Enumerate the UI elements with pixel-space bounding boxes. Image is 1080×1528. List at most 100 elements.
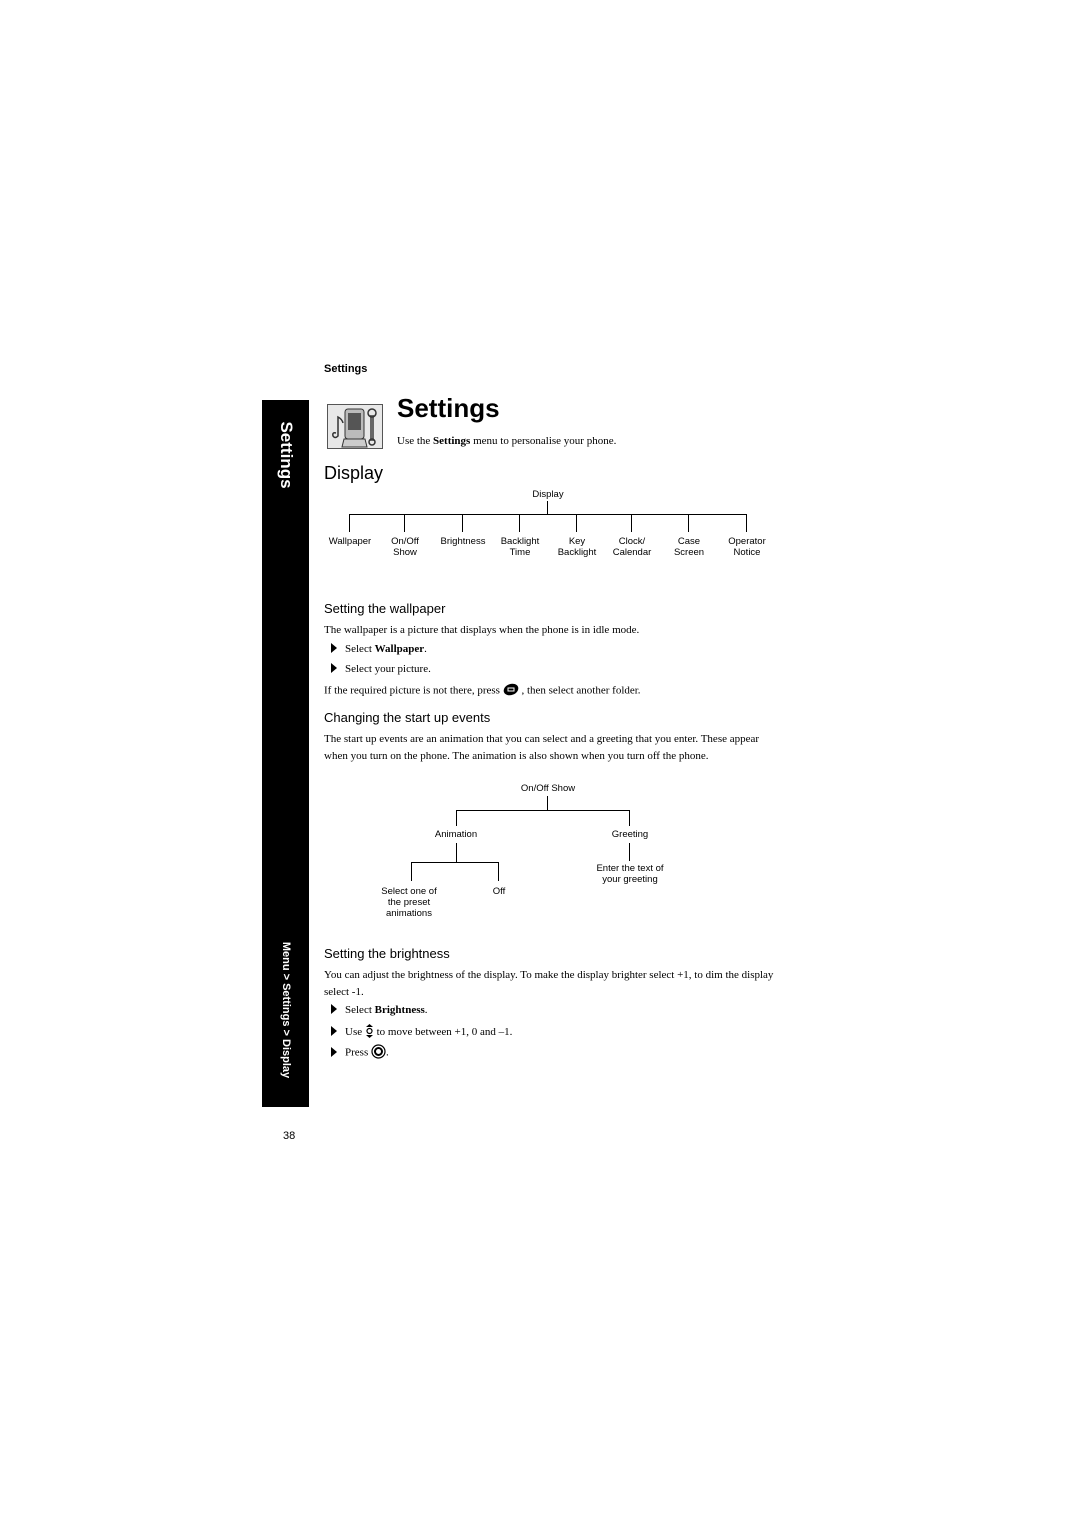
settings-phone-icon — [327, 404, 383, 449]
step-text: . — [385, 1046, 389, 1059]
connector — [498, 862, 499, 881]
wallpaper-title: Setting the wallpaper — [324, 601, 446, 616]
wallpaper-step-2: Select your picture. — [331, 663, 431, 675]
label-line: Backlight — [557, 547, 597, 558]
connector — [411, 862, 499, 863]
soft-key-icon — [503, 683, 519, 699]
greeting-label: Greeting — [611, 829, 649, 840]
label-line: On/Off — [391, 536, 419, 547]
label-line: Notice — [733, 547, 761, 558]
tree-child-label: Operator Notice — [728, 536, 766, 558]
bullet-arrow-icon — [331, 1004, 337, 1014]
tree-root-label: Display — [532, 489, 564, 500]
startup-title: Changing the start up events — [324, 710, 491, 725]
brightness-step-1: Select Brightness. — [331, 1004, 428, 1016]
off-label: Off — [492, 886, 506, 897]
select-animation-label: Select one of the preset animations — [381, 886, 436, 919]
wallpaper-step-1: Select Wallpaper. — [331, 643, 427, 655]
step-bold: Wallpaper — [374, 643, 425, 655]
intro-bold: Settings — [433, 435, 471, 447]
intro-post: menu to personalise your phone. — [470, 435, 617, 447]
label-line: Calendar — [612, 547, 652, 558]
label-line: Clock/ — [618, 536, 646, 547]
tree-child-label: Wallpaper — [329, 536, 371, 547]
step-text: to move between +1, 0 and –1. — [373, 1026, 513, 1039]
label-line: Wallpaper — [328, 536, 372, 547]
wallpaper-note: If the required picture is not there, pr… — [324, 683, 641, 699]
tree-branch-connector — [519, 514, 520, 532]
side-tab: Settings Menu > Settings > Display — [262, 400, 309, 1107]
label-line: your greeting — [602, 874, 658, 885]
connector — [456, 810, 457, 826]
intro-pre: Use the — [397, 435, 434, 447]
startup-para: The start up events are an animation tha… — [324, 733, 760, 762]
tree-horizontal-line — [349, 514, 746, 515]
label-line: Select one of — [381, 886, 437, 897]
bullet-arrow-icon — [331, 643, 337, 653]
label-line: Show — [393, 547, 417, 558]
wallpaper-para: The wallpaper is a picture that displays… — [324, 624, 640, 636]
side-tab-path: Menu > Settings > Display — [262, 920, 309, 1100]
label-line: Case — [677, 536, 701, 547]
tree-branch-connector — [631, 514, 632, 532]
step-text: Select your picture. — [345, 663, 431, 675]
step-text: Select — [345, 1004, 375, 1016]
label-line: the preset — [387, 897, 431, 908]
tree-branch-connector — [576, 514, 577, 532]
animation-label: Animation — [434, 829, 478, 840]
connector — [411, 862, 412, 881]
tree-child-label: On/Off Show — [391, 536, 419, 558]
navigation-key-icon — [365, 1024, 374, 1041]
section-title: Display — [324, 463, 384, 483]
step-text: . — [424, 1004, 428, 1016]
brightness-title: Setting the brightness — [324, 946, 450, 961]
step-text: Press — [345, 1046, 371, 1059]
greeting-text-label: Enter the text of your greeting — [596, 863, 663, 885]
tree-branch-connector — [404, 514, 405, 532]
brightness-step-3: Press . — [331, 1044, 389, 1062]
label-line: Brightness — [440, 536, 486, 547]
ok-key-icon — [371, 1044, 386, 1062]
step-text: Use — [345, 1026, 365, 1039]
side-tab-title: Settings — [262, 400, 309, 510]
brightness-step-2: Use to move between +1, 0 and –1. — [331, 1024, 512, 1041]
tree-branch-connector — [746, 514, 747, 532]
label-line: Backlight — [500, 536, 540, 547]
startup-root-label: On/Off Show — [520, 783, 576, 794]
side-tab-title-text: Settings — [276, 421, 296, 489]
tree-branch-connector — [462, 514, 463, 532]
tree-child-label: Clock/Calendar — [613, 536, 652, 558]
tree-branch-connector — [349, 514, 350, 532]
step-text: Select — [345, 643, 375, 655]
label-line: animations — [386, 908, 432, 919]
tree-branch-connector — [688, 514, 689, 532]
label-line: Key — [568, 536, 586, 547]
connector — [629, 810, 630, 826]
tree-child-label: Key Backlight — [558, 536, 597, 558]
tree-child-label: Backlight Time — [501, 536, 540, 558]
page-title: Settings — [397, 393, 500, 423]
running-head: Settings — [324, 363, 368, 375]
label-line: Enter the text of — [596, 863, 664, 874]
page-number: 38 — [283, 1130, 296, 1142]
tree-child-label: Brightness — [441, 536, 486, 547]
step-bold: Brightness — [374, 1004, 425, 1016]
note-text: If the required picture is not there, pr… — [324, 684, 503, 697]
label-line: Operator — [728, 536, 766, 547]
bullet-arrow-icon — [331, 663, 337, 673]
tree-root-connector — [547, 501, 548, 514]
brightness-para: You can adjust the brightness of the dis… — [324, 969, 774, 998]
connector — [456, 810, 630, 811]
bullet-arrow-icon — [331, 1046, 337, 1057]
label-line: Time — [509, 547, 531, 558]
connector — [547, 796, 548, 810]
intro-text: Use the Settings menu to personalise you… — [397, 435, 616, 447]
note-text: , then select another folder. — [518, 684, 641, 697]
connector — [629, 843, 630, 861]
connector — [456, 843, 457, 862]
step-text: . — [424, 643, 427, 655]
label-line: Screen — [673, 547, 705, 558]
bullet-arrow-icon — [331, 1026, 337, 1037]
side-tab-path-text: Menu > Settings > Display — [279, 941, 292, 1079]
tree-child-label: Case Screen — [674, 536, 704, 558]
